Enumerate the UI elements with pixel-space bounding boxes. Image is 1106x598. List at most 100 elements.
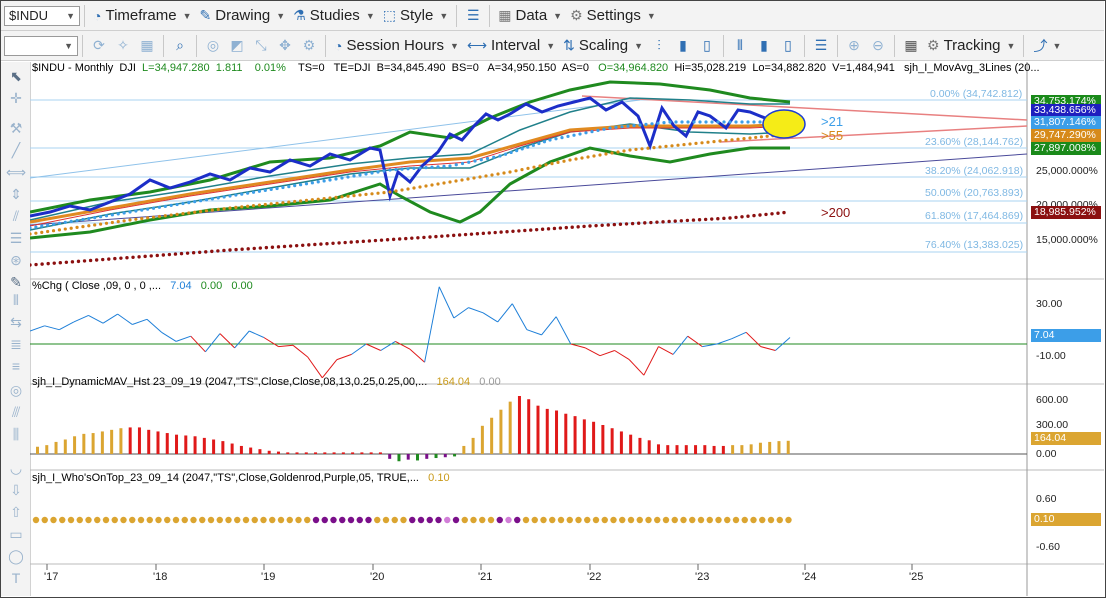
scaling-button[interactable]: ⇅ Scaling ▼ <box>559 34 647 58</box>
dynmav-bar <box>731 445 735 454</box>
chevron-down-icon[interactable]: ▼ <box>1052 41 1061 51</box>
zoom-data-icon[interactable]: ⌕ <box>170 36 190 56</box>
dynmav-bar <box>675 445 679 454</box>
style-button[interactable]: ⬚ Style ▼ <box>379 4 453 28</box>
regression-icon[interactable]: ≣ <box>6 334 26 354</box>
ma55-dot <box>544 163 548 167</box>
column-icon[interactable]: ▮ <box>754 36 774 56</box>
whoson-dot <box>111 516 118 524</box>
zoom-in-icon[interactable]: ⊕ <box>844 36 864 56</box>
ma55-dot <box>81 224 85 229</box>
hollow-candle-icon[interactable]: ▯ <box>697 36 717 56</box>
dynmav-bar <box>592 421 596 454</box>
drawing-button[interactable]: ✎ Drawing ▼ <box>196 4 290 28</box>
trendline-icon[interactable]: ╱ <box>6 140 26 160</box>
zoom-out-icon[interactable]: ⊖ <box>868 36 888 56</box>
refresh-icon[interactable]: ⟳ <box>89 36 109 56</box>
ellipse-icon[interactable]: ◯ <box>6 546 26 566</box>
ma200-dot <box>655 220 659 224</box>
whoson-scale-label: 0.60 <box>1036 493 1057 505</box>
crosshair-settings-icon[interactable]: ✥ <box>275 36 295 56</box>
ma200-dot <box>161 253 166 257</box>
levels-icon[interactable]: ≡ <box>6 356 26 376</box>
layout-icon[interactable]: ☰ <box>463 6 483 26</box>
arrow-down-icon[interactable]: ⇩ <box>6 480 26 500</box>
data-button[interactable]: ▦ Data ▼ <box>494 4 566 28</box>
data-window-icon[interactable]: ▦ <box>901 36 921 56</box>
settings-button[interactable]: ⚙ Settings ▼ <box>566 4 660 28</box>
studies-button[interactable]: ⚗ Studies ▼ <box>289 4 379 28</box>
add-chart-icon[interactable]: ⤴ <box>1030 36 1050 56</box>
ma55-dot <box>436 182 440 186</box>
layout-icon[interactable]: ☰ <box>811 36 831 56</box>
rectangle-icon[interactable]: ▭ <box>6 524 26 544</box>
ma55-dot <box>34 231 38 235</box>
ma21-dot <box>537 141 541 146</box>
pctchg-segment <box>278 344 294 348</box>
channel-icon[interactable]: ⫽ <box>6 206 26 226</box>
drawing-tool-combo[interactable]: ▼ <box>4 35 78 56</box>
timeframe-button[interactable]: ◔ Timeframe ▼ <box>89 4 196 28</box>
pctchg-segment <box>511 303 528 330</box>
cycle-icon[interactable]: ◎ <box>6 380 26 400</box>
arrow-up-icon[interactable]: ⇧ <box>6 502 26 522</box>
pencil-icon[interactable]: ✎ <box>6 272 26 292</box>
dynmav-bar <box>388 454 392 459</box>
pctchg-header: %Chg ( Close ,09, 0 , 0 ,... 7.04 0.00 0… <box>32 280 253 292</box>
format-icon[interactable]: ⚙ <box>299 36 319 56</box>
ma200-dot <box>210 249 214 254</box>
ma200-dot <box>487 231 491 235</box>
symbol-combo[interactable]: $INDU ▼ <box>4 5 80 26</box>
whoson-dot <box>365 516 372 524</box>
candlestick-icon[interactable]: ▮ <box>673 36 693 56</box>
pctchg-segment <box>555 316 572 345</box>
vertical-line-icon[interactable]: ⇕ <box>6 184 26 204</box>
pointer-icon[interactable]: ⬉ <box>6 66 26 86</box>
time-lines-icon[interactable]: ⫼ <box>6 424 26 444</box>
ma200-dot <box>288 244 293 248</box>
ma200-dot <box>606 223 610 227</box>
pctchg-segment <box>658 346 674 355</box>
ma55-dot <box>169 213 173 217</box>
gauge-icon[interactable]: ◎ <box>203 36 223 56</box>
whoson-dot <box>409 516 416 524</box>
ma55-dot <box>484 174 488 178</box>
tracking-button[interactable]: ⚙ Tracking ▼ <box>923 34 1019 58</box>
ma21-dot <box>400 167 404 171</box>
speed-lines-icon[interactable]: ⫻ <box>6 402 26 422</box>
ma200-dot <box>649 220 653 225</box>
bar-chart-icon[interactable]: ⫶ <box>649 36 669 56</box>
dynmav-title: sjh_I_DynamicMAV_Hst 23_09_19 (2047,"TS"… <box>32 376 428 388</box>
arc-icon[interactable]: ◡ <box>6 458 26 478</box>
volume-icon[interactable]: ⦀ <box>730 36 750 56</box>
ma200-dot <box>94 258 99 262</box>
whoson-dot <box>785 516 792 524</box>
crosshair-icon[interactable]: ✛ <box>6 88 26 108</box>
whoson-dot <box>286 516 293 524</box>
ma200-dot <box>540 227 545 231</box>
ma55-dot <box>228 206 232 210</box>
interval-button[interactable]: ⟷ Interval ▼ <box>463 34 559 58</box>
ohlc-icon[interactable]: ▯ <box>778 36 798 56</box>
arrows-icon[interactable]: ⇆ <box>6 312 26 332</box>
session-hours-button[interactable]: ◔ Session Hours ▼ <box>330 34 463 58</box>
ma21-dot <box>614 125 618 129</box>
text-tool-icon[interactable]: T <box>6 568 26 588</box>
dynmav-bar <box>694 445 698 454</box>
chart-object-icon[interactable]: ◩ <box>227 36 247 56</box>
horizontal-line-icon[interactable]: ⟺ <box>6 162 26 182</box>
whoson-dot <box>94 516 101 524</box>
ma21-dot <box>187 200 191 205</box>
ma21-dot <box>40 224 44 228</box>
ma55-dot <box>622 149 626 153</box>
magnet-icon[interactable]: ⚒ <box>6 118 26 138</box>
chevron-down-icon: ▼ <box>634 40 643 51</box>
grid-icon[interactable]: ▦ <box>137 36 157 56</box>
pitchfork-icon[interactable]: ⫴ <box>6 290 26 310</box>
wand-icon[interactable]: ✧ <box>113 36 133 56</box>
whoson-dot <box>697 516 705 524</box>
pct-change: 0.01% <box>254 62 286 74</box>
gann-icon[interactable]: ⊛ <box>6 250 26 270</box>
cursor-icon[interactable]: ⤡ <box>251 36 271 56</box>
fibonacci-icon[interactable]: ☰ <box>6 228 26 248</box>
